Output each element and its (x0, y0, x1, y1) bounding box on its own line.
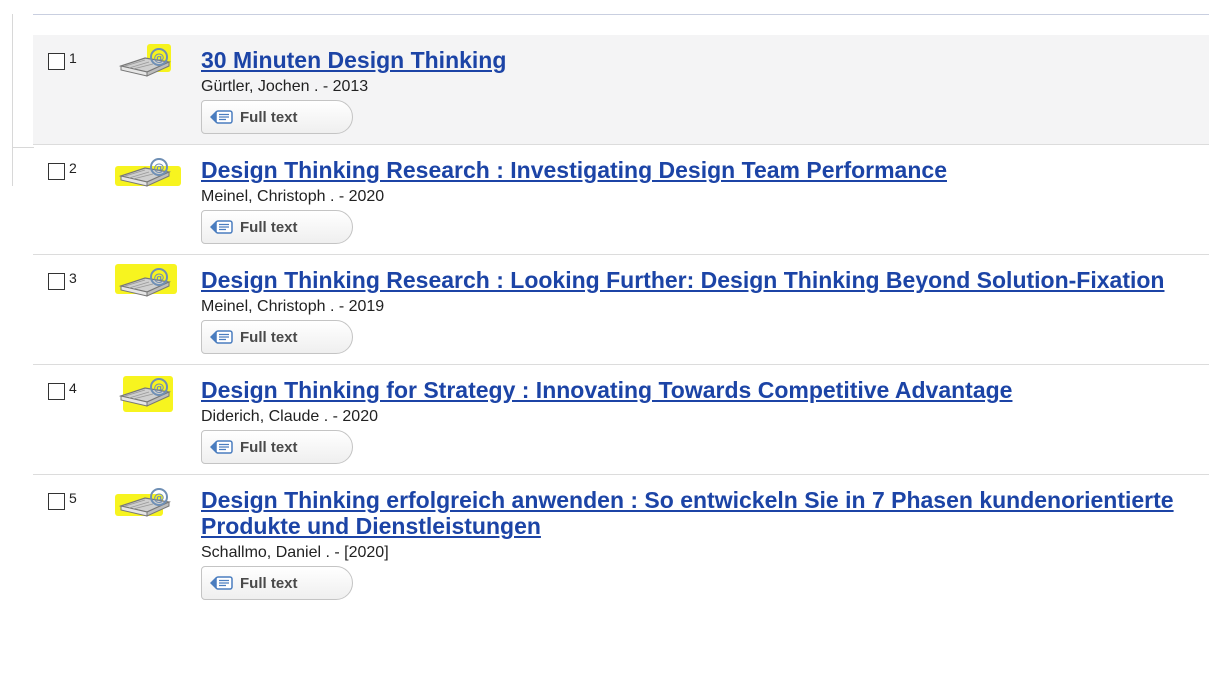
ebook-at-icon: @ (115, 42, 185, 82)
record-select: 5 (48, 490, 77, 510)
record-author-year: Diderich, Claude . - 2020 (201, 408, 378, 425)
fulltext-button[interactable]: Full text (201, 320, 353, 354)
record-title-link[interactable]: 30 Minuten Design Thinking (201, 47, 1199, 73)
ebook-at-icon: @ (115, 482, 185, 522)
side-frame-line (12, 14, 13, 186)
fulltext-button[interactable]: Full text (201, 100, 353, 134)
fulltext-label: Full text (240, 218, 298, 236)
result-record: 4 @ Design Thinking for Strategy : Innov… (33, 365, 1209, 475)
record-author-year: Schallmo, Daniel . - [2020] (201, 544, 389, 561)
svg-text:@: @ (154, 491, 165, 504)
fulltext-button[interactable]: Full text (201, 430, 353, 464)
svg-text:@: @ (154, 381, 165, 394)
fulltext-button[interactable]: Full text (201, 210, 353, 244)
result-record: 2 @ Design Thinking Research : Investiga… (33, 145, 1209, 255)
fulltext-label: Full text (240, 574, 298, 592)
record-author-year: Meinel, Christoph . - 2020 (201, 188, 385, 205)
top-divider (33, 14, 1209, 15)
fulltext-label: Full text (240, 438, 298, 456)
record-number: 3 (69, 270, 77, 286)
ebook-at-icon: @ (115, 372, 185, 412)
record-title-link[interactable]: Design Thinking erfolgreich anwenden : S… (201, 487, 1199, 539)
record-select: 3 (48, 270, 77, 290)
result-record: 3 @ Design Thinking Research : Looking F… (33, 255, 1209, 365)
record-number: 1 (69, 50, 77, 66)
record-number: 2 (69, 160, 77, 176)
select-checkbox[interactable] (48, 273, 65, 290)
fulltext-label: Full text (240, 108, 298, 126)
svg-text:@: @ (154, 161, 165, 174)
select-checkbox[interactable] (48, 383, 65, 400)
record-title-link[interactable]: Design Thinking for Strategy : Innovatin… (201, 377, 1199, 403)
record-select: 4 (48, 380, 77, 400)
svg-text:@: @ (154, 51, 165, 64)
fulltext-document-icon (210, 440, 233, 454)
side-frame-foot (12, 147, 34, 148)
result-record: 5 @ Design Thinking erfolgreich anwenden… (33, 475, 1209, 610)
select-checkbox[interactable] (48, 163, 65, 180)
record-author-year: Meinel, Christoph . - 2019 (201, 298, 385, 315)
fulltext-document-icon (210, 220, 233, 234)
result-list: 1 @ 30 Minuten Design Thinking Gürtler, … (33, 35, 1209, 610)
record-select: 1 (48, 50, 77, 70)
record-select: 2 (48, 160, 77, 180)
fulltext-button[interactable]: Full text (201, 566, 353, 600)
ebook-at-icon: @ (115, 262, 185, 302)
ebook-at-icon: @ (115, 152, 185, 192)
svg-text:@: @ (154, 271, 165, 284)
record-number: 5 (69, 490, 77, 506)
record-number: 4 (69, 380, 77, 396)
results-page: 1 @ 30 Minuten Design Thinking Gürtler, … (0, 0, 1209, 687)
record-author-year: Gürtler, Jochen . - 2013 (201, 78, 369, 95)
record-title-link[interactable]: Design Thinking Research : Looking Furth… (201, 267, 1199, 293)
select-checkbox[interactable] (48, 493, 65, 510)
fulltext-document-icon (210, 110, 233, 124)
select-checkbox[interactable] (48, 53, 65, 70)
fulltext-document-icon (210, 330, 233, 344)
fulltext-label: Full text (240, 328, 298, 346)
record-title-link[interactable]: Design Thinking Research : Investigating… (201, 157, 1199, 183)
fulltext-document-icon (210, 576, 233, 590)
result-record: 1 @ 30 Minuten Design Thinking Gürtler, … (33, 35, 1209, 145)
